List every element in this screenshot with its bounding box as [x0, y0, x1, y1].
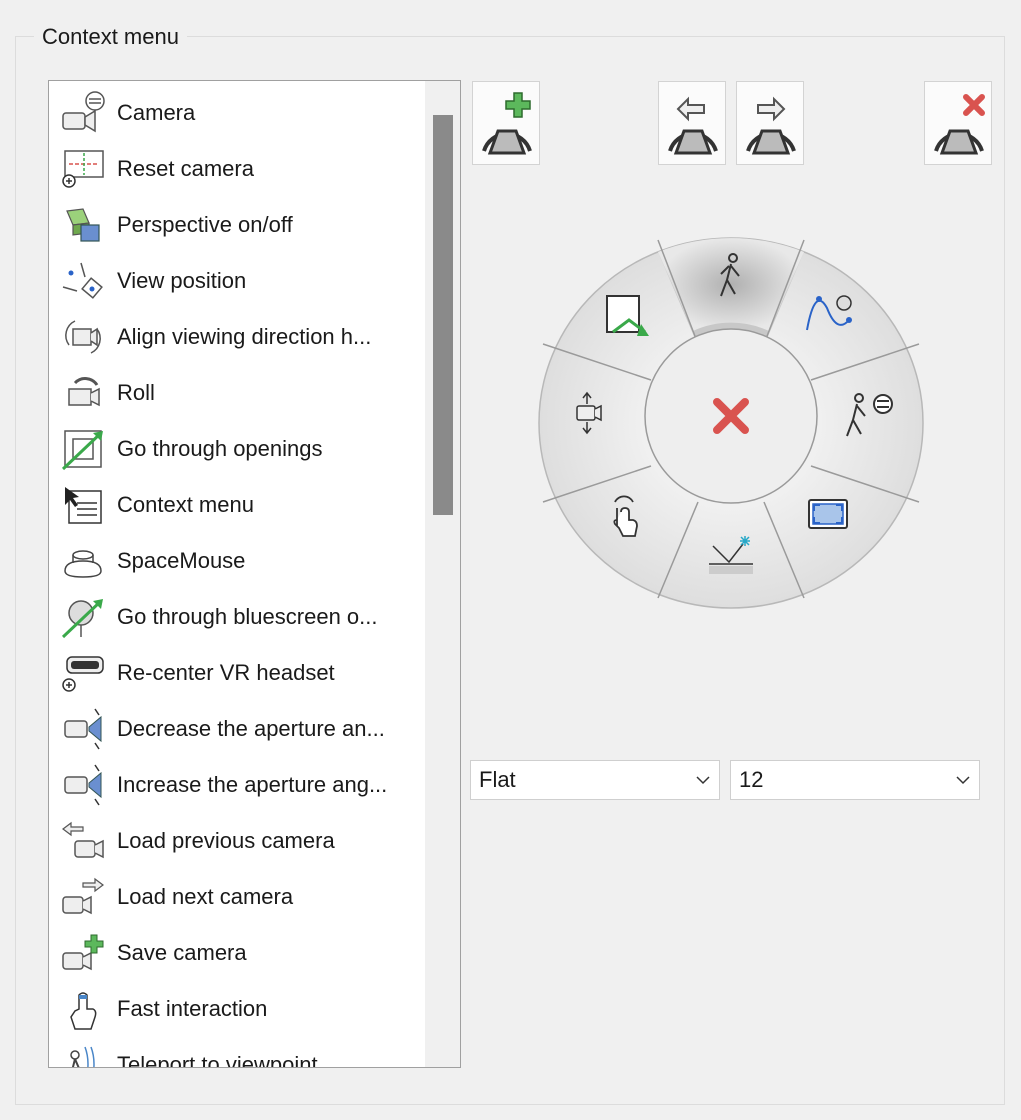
list-item-reset-camera[interactable]: Reset camera: [49, 141, 425, 197]
remove-segment-button[interactable]: [924, 81, 992, 165]
list-item-perspective[interactable]: Perspective on/off: [49, 197, 425, 253]
group-title: Context menu: [34, 24, 187, 50]
list-item-label: Fast interaction: [117, 996, 268, 1021]
decrease-aperture-icon: [61, 707, 105, 751]
remove-segment-icon: [934, 94, 985, 155]
list-item-teleport[interactable]: Teleport to viewpoint: [49, 1037, 425, 1068]
vr-headset-icon: [61, 651, 105, 695]
list-item-label: Context menu: [117, 492, 254, 517]
list-item-roll[interactable]: Roll: [49, 365, 425, 421]
style-dropdown[interactable]: Flat: [470, 760, 720, 800]
list-item-load-previous-camera[interactable]: Load previous camera: [49, 813, 425, 869]
radial-menu[interactable]: [537, 236, 925, 610]
style-dropdown-value: Flat: [479, 767, 516, 792]
list-item-label: Perspective on/off: [117, 212, 293, 237]
list-item-label: View position: [117, 268, 247, 293]
reset-camera-icon: [61, 147, 105, 191]
spacemouse-icon: [61, 539, 105, 583]
list-item-vr-headset[interactable]: Re-center VR headset: [49, 645, 425, 701]
command-list[interactable]: Camera Reset camera Perspective on/off V…: [48, 80, 461, 1068]
list-item-label: Camera: [117, 100, 196, 125]
list-item-camera[interactable]: Camera: [49, 85, 425, 141]
go-through-openings-icon: [61, 427, 105, 471]
list-scrollbar[interactable]: [425, 81, 460, 1067]
list-item-fast-interaction[interactable]: Fast interaction: [49, 981, 425, 1037]
move-segment-right-button[interactable]: [736, 81, 804, 165]
list-item-load-next-camera[interactable]: Load next camera: [49, 869, 425, 925]
load-previous-camera-icon: [61, 819, 105, 863]
context-menu-icon: [61, 483, 105, 527]
list-item-label: Go through openings: [117, 436, 323, 461]
teleport-icon: [61, 1043, 105, 1067]
roll-icon: [61, 371, 105, 415]
fast-interaction-icon: [61, 987, 105, 1031]
scrollbar-thumb[interactable]: [433, 115, 453, 515]
list-item-context-menu[interactable]: Context menu: [49, 477, 425, 533]
move-segment-right-icon: [746, 96, 796, 155]
list-item-label: Roll: [117, 380, 155, 405]
list-item-label: Align viewing direction h...: [117, 324, 372, 349]
increase-aperture-icon: [61, 763, 105, 807]
list-item-label: Save camera: [117, 940, 247, 965]
camera-settings-icon: [61, 91, 105, 135]
bluescreen-icon: [61, 595, 105, 639]
list-item-label: Go through bluescreen o...: [117, 604, 378, 629]
move-segment-left-icon: [668, 96, 718, 155]
segment-count-dropdown[interactable]: 12: [730, 760, 980, 800]
segment-count-value: 12: [739, 767, 764, 792]
chevron-down-icon: [956, 776, 970, 785]
list-item-increase-aperture[interactable]: Increase the aperture ang...: [49, 757, 425, 813]
add-segment-icon: [482, 92, 532, 155]
view-position-icon: [61, 259, 105, 303]
list-item-label: Load previous camera: [117, 828, 335, 853]
load-next-camera-icon: [61, 875, 105, 919]
perspective-icon: [61, 203, 105, 247]
chevron-down-icon: [696, 776, 710, 785]
list-item-label: Decrease the aperture an...: [117, 716, 385, 741]
list-item-go-through-openings[interactable]: Go through openings: [49, 421, 425, 477]
fullscreen-icon: [808, 499, 848, 529]
list-item-align-viewing[interactable]: Align viewing direction h...: [49, 309, 425, 365]
list-item-label: Re-center VR headset: [117, 660, 335, 685]
list-item-spacemouse[interactable]: SpaceMouse: [49, 533, 425, 589]
list-item-view-position[interactable]: View position: [49, 253, 425, 309]
list-item-label: Increase the aperture ang...: [117, 772, 388, 797]
list-item-decrease-aperture[interactable]: Decrease the aperture an...: [49, 701, 425, 757]
align-direction-icon: [61, 315, 105, 359]
list-item-label: Teleport to viewpoint: [117, 1052, 318, 1068]
list-item-save-camera[interactable]: Save camera: [49, 925, 425, 981]
list-item-bluescreen[interactable]: Go through bluescreen o...: [49, 589, 425, 645]
move-segment-left-button[interactable]: [658, 81, 726, 165]
list-item-label: Reset camera: [117, 156, 254, 181]
list-item-label: Load next camera: [117, 884, 294, 909]
save-camera-icon: [61, 931, 105, 975]
add-segment-button[interactable]: [472, 81, 540, 165]
list-item-label: SpaceMouse: [117, 548, 246, 573]
